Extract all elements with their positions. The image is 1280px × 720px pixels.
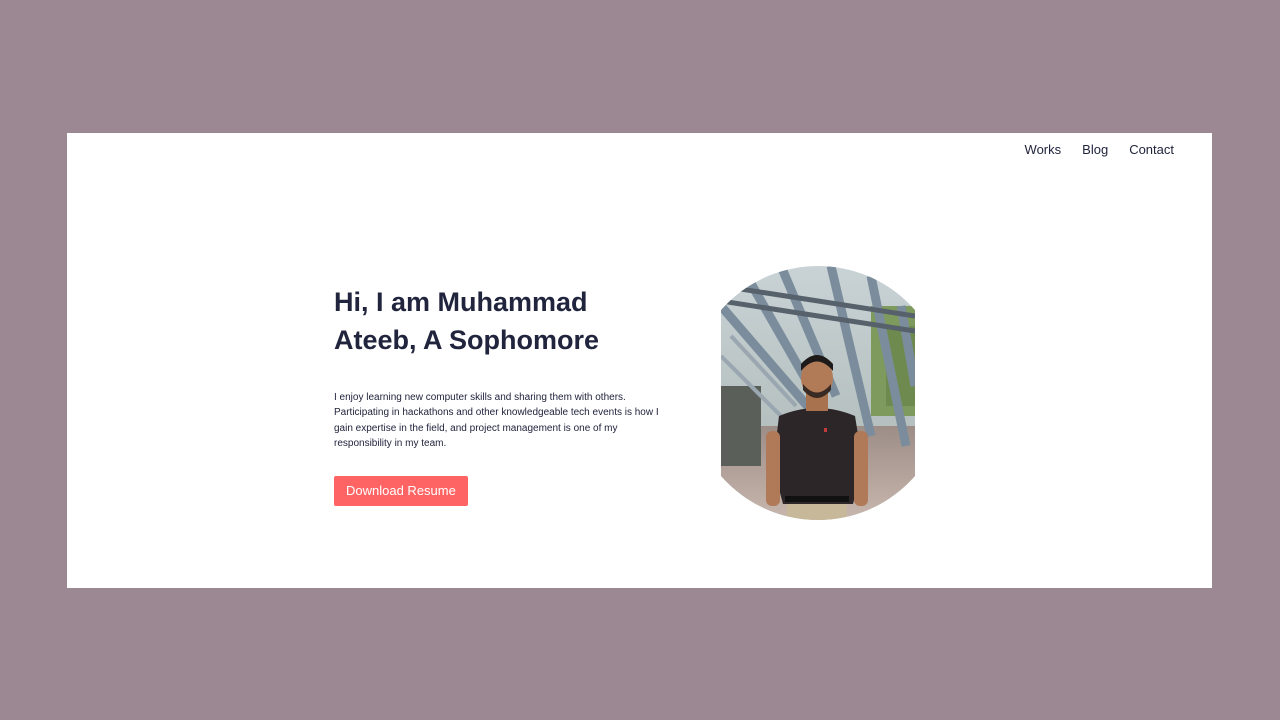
- hero-section: Hi, I am Muhammad Ateeb, A Sophomore I e…: [334, 283, 664, 507]
- main-card: Works Blog Contact Hi, I am Muhammad Ate…: [67, 133, 1212, 588]
- hero-description: I enjoy learning new computer skills and…: [334, 392, 659, 449]
- nav-link-works[interactable]: Works: [1025, 142, 1062, 157]
- nav-link-blog[interactable]: Blog: [1082, 142, 1108, 157]
- profile-photo: [721, 266, 915, 520]
- download-resume-button[interactable]: Download Resume: [334, 476, 468, 507]
- hero-title: Hi, I am Muhammad Ateeb, A Sophomore: [334, 287, 600, 355]
- top-nav: Works Blog Contact: [1025, 142, 1174, 157]
- nav-link-contact[interactable]: Contact: [1129, 142, 1174, 157]
